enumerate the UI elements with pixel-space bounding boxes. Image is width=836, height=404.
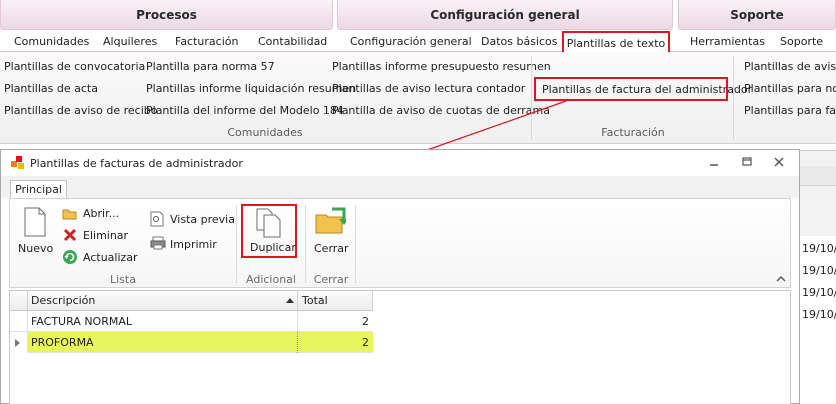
toolbar-separator <box>355 205 356 283</box>
imprimir-button[interactable]: Imprimir <box>170 238 217 251</box>
actualizar-button[interactable]: Actualizar <box>83 251 138 264</box>
cerrar-button[interactable]: Cerrar <box>314 242 349 255</box>
group-label-lista: Lista <box>110 273 136 286</box>
restore-icon[interactable] <box>739 155 755 169</box>
row-pointer-icon <box>15 339 20 347</box>
printer-icon <box>150 236 166 250</box>
cell-descripcion: PROFORMA <box>28 332 298 353</box>
group-label-adicional: Adicional <box>246 273 296 286</box>
close-folder-icon[interactable] <box>314 207 346 235</box>
tab-principal[interactable]: Principal <box>10 180 67 199</box>
table-row[interactable]: FACTURA NORMAL 2 <box>10 311 373 332</box>
background-panel <box>800 150 836 236</box>
duplicate-icon[interactable] <box>256 208 282 238</box>
table-row-selected[interactable]: PROFORMA 2 <box>10 332 373 353</box>
new-document-icon[interactable] <box>23 207 47 237</box>
toolbar-separator <box>305 205 306 283</box>
background-grid-strip: 19/10/2 19/10/2 19/10/2 19/10/2 <box>800 236 836 404</box>
duplicar-button[interactable]: Duplicar <box>250 241 296 254</box>
delete-x-icon <box>63 228 77 242</box>
sort-ascending-icon <box>286 298 294 303</box>
background-date-cell: 19/10/2 <box>802 308 836 321</box>
templates-grid: Descripción Total FACTURA NORMAL 2 PROFO… <box>9 290 791 404</box>
refresh-icon <box>63 250 77 264</box>
app-icon <box>11 156 24 169</box>
background-date-cell: 19/10/2 <box>802 264 836 277</box>
background-date-cell: 19/10/2 <box>802 242 836 255</box>
abrir-button[interactable]: Abrir... <box>83 207 119 220</box>
column-header-total[interactable]: Total <box>298 291 373 311</box>
column-header-descripcion[interactable]: Descripción <box>28 291 298 311</box>
minimize-icon[interactable] <box>706 155 722 169</box>
background-header <box>800 166 836 186</box>
window-plantillas-facturas: Plantillas de facturas de administrador … <box>0 149 800 404</box>
group-label-cerrar: Cerrar <box>313 273 349 286</box>
row-indicator <box>10 332 28 353</box>
column-header-label: Descripción <box>31 294 96 307</box>
cell-total: 2 <box>362 315 369 328</box>
row-indicator <box>10 311 28 332</box>
close-icon[interactable] <box>771 155 787 169</box>
vista-previa-button[interactable]: Vista previa <box>170 213 235 226</box>
cell-descripcion: FACTURA NORMAL <box>28 311 298 332</box>
nuevo-button[interactable]: Nuevo <box>18 242 53 255</box>
grid-header: Descripción Total <box>10 291 373 311</box>
window-titlebar[interactable]: Plantillas de facturas de administrador <box>1 150 799 176</box>
cell-total: 2 <box>362 336 369 349</box>
eliminar-button[interactable]: Eliminar <box>83 229 128 242</box>
window-toolbar: Nuevo Abrir... Eliminar Actualizar Vista… <box>9 198 791 288</box>
window-title: Plantillas de facturas de administrador <box>30 157 243 170</box>
window-tab-strip: Principal <box>1 176 799 199</box>
grid-corner <box>10 291 28 311</box>
background-date-cell: 19/10/2 <box>802 286 836 299</box>
folder-open-icon <box>62 209 77 220</box>
toolbar-separator <box>236 205 237 283</box>
preview-icon <box>150 211 164 227</box>
collapse-ribbon-icon[interactable] <box>776 275 786 283</box>
